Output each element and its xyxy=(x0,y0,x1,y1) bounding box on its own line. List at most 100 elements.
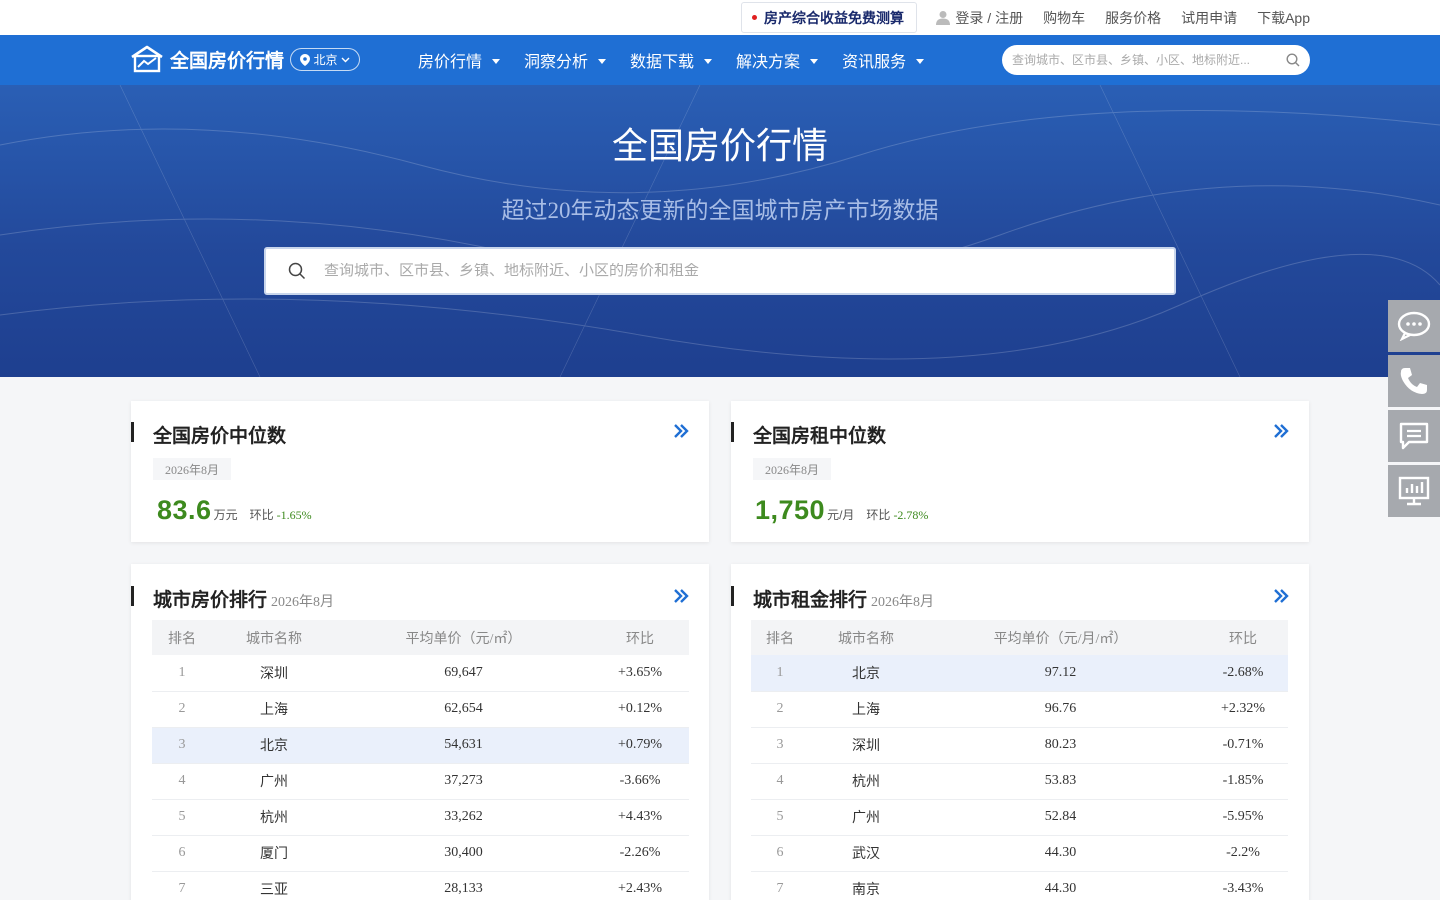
city-cell[interactable]: 南京 xyxy=(809,871,923,900)
city-cell[interactable]: 广州 xyxy=(809,799,923,836)
search-icon[interactable] xyxy=(288,262,306,280)
nav-search-input[interactable] xyxy=(1012,53,1286,67)
title-accent-bar xyxy=(131,586,134,606)
caret-down-icon xyxy=(598,58,607,64)
message-button[interactable] xyxy=(1388,410,1440,462)
price-cell: 28,133 xyxy=(336,871,591,900)
cart-link[interactable]: 购物车 xyxy=(1043,8,1085,28)
rent-rank-body: 1 北京 97.12 -2.68% 2 上海 96.76 +2.32% 3 深圳 80.23 -0.7… xyxy=(751,655,1288,900)
menu-label: 房价行情 xyxy=(418,54,483,71)
rent-median-card: 全国房租中位数 2026年8月 1,750 元/月 环比 -2.78% xyxy=(731,401,1309,542)
col-city: 城市名称 xyxy=(212,620,336,655)
city-cell[interactable]: 深圳 xyxy=(212,655,336,692)
main-menu: 房价行情 洞察分析 数据下载 解决方案 资讯服务 xyxy=(418,35,948,85)
price-cell: 37,273 xyxy=(336,763,591,800)
city-cell[interactable]: 武汉 xyxy=(809,835,923,872)
hero-subtitle: 超过20年动态更新的全国城市房产市场数据 xyxy=(501,198,939,223)
table-header-row: 排名 城市名称 平均单价（元/㎡） 环比 xyxy=(152,620,689,655)
price-rank-card: 城市房价排行 2026年8月 排名 城市名称 平均单价（元/㎡） 环比 1 深圳 6… xyxy=(131,564,709,900)
hero-banner: 全国房价行情 超过20年动态更新的全国城市房产市场数据 xyxy=(0,85,1440,377)
menu-news[interactable]: 资讯服务 xyxy=(842,48,925,72)
search-icon[interactable] xyxy=(1286,53,1300,67)
double-chevron-right-icon[interactable] xyxy=(1273,423,1289,439)
city-cell[interactable]: 上海 xyxy=(212,691,336,728)
chevron-down-icon xyxy=(341,57,349,62)
city-cell[interactable]: 三亚 xyxy=(212,871,336,900)
city-cell[interactable]: 北京 xyxy=(809,655,923,692)
mom-value: -2.78% xyxy=(893,508,929,522)
city-cell[interactable]: 广州 xyxy=(212,763,336,800)
demo-button[interactable] xyxy=(1388,465,1440,517)
card-title: 城市房价排行 xyxy=(153,590,268,611)
table-row[interactable]: 3 北京 54,631 +0.79% xyxy=(152,727,689,764)
chat-icon xyxy=(1397,311,1431,341)
table-row[interactable]: 2 上海 62,654 +0.12% xyxy=(152,691,689,728)
pricing-link[interactable]: 服务价格 xyxy=(1105,8,1161,28)
city-cell[interactable]: 杭州 xyxy=(809,763,923,800)
change-cell: -2.68% xyxy=(1198,655,1288,692)
median-value: 83.6 xyxy=(157,495,212,525)
price-cell: 62,654 xyxy=(336,691,591,728)
table-row[interactable]: 5 广州 52.84 -5.95% xyxy=(751,799,1288,836)
rank-cell: 5 xyxy=(751,799,809,836)
menu-solutions[interactable]: 解决方案 xyxy=(736,48,819,72)
menu-insights[interactable]: 洞察分析 xyxy=(524,48,607,72)
col-change: 环比 xyxy=(591,620,689,655)
table-row[interactable]: 1 北京 97.12 -2.68% xyxy=(751,655,1288,692)
promo-link[interactable]: 房产综合收益免费测算 xyxy=(741,2,917,33)
chat-button[interactable] xyxy=(1388,300,1440,352)
double-chevron-right-icon[interactable] xyxy=(673,423,689,439)
download-app-link[interactable]: 下载App xyxy=(1257,8,1310,28)
menu-data-download[interactable]: 数据下载 xyxy=(630,48,713,72)
rank-cell: 7 xyxy=(152,871,212,900)
table-row[interactable]: 6 厦门 30,400 -2.26% xyxy=(152,835,689,872)
phone-button[interactable] xyxy=(1388,355,1440,407)
median-value-row: 1,750 元/月 环比 -2.78% xyxy=(755,495,928,526)
trial-link[interactable]: 试用申请 xyxy=(1181,8,1237,28)
caret-down-icon xyxy=(916,58,925,64)
rank-cell: 4 xyxy=(152,763,212,800)
phone-icon xyxy=(1400,368,1427,394)
red-dot-icon xyxy=(752,15,757,20)
price-cell: 33,262 xyxy=(336,799,591,836)
city-cell[interactable]: 深圳 xyxy=(809,727,923,764)
city-selector[interactable]: 北京 xyxy=(290,48,360,71)
table-row[interactable]: 3 深圳 80.23 -0.71% xyxy=(751,727,1288,764)
table-row[interactable]: 4 广州 37,273 -3.66% xyxy=(152,763,689,800)
caret-down-icon xyxy=(492,58,501,64)
title-accent-bar xyxy=(131,422,134,442)
price-rank-table: 排名 城市名称 平均单价（元/㎡） 环比 1 深圳 69,647 +3.65% 2 上海 6… xyxy=(152,620,689,900)
city-cell[interactable]: 上海 xyxy=(809,691,923,728)
double-chevron-right-icon[interactable] xyxy=(1273,588,1289,604)
caret-down-icon xyxy=(704,58,713,64)
price-cell: 44.30 xyxy=(923,871,1198,900)
card-header: 全国房价中位数 xyxy=(131,421,286,447)
change-cell: +2.43% xyxy=(591,871,689,900)
city-label: 北京 xyxy=(313,53,338,67)
promo-label: 房产综合收益免费测算 xyxy=(764,9,904,26)
city-cell[interactable]: 厦门 xyxy=(212,835,336,872)
user-icon xyxy=(936,11,951,25)
double-chevron-right-icon[interactable] xyxy=(673,588,689,604)
city-cell[interactable]: 杭州 xyxy=(212,799,336,836)
rank-cell: 6 xyxy=(751,835,809,872)
table-row[interactable]: 5 杭州 33,262 +4.43% xyxy=(152,799,689,836)
house-logo-icon xyxy=(131,45,163,73)
card-header: 全国房租中位数 xyxy=(731,421,886,447)
table-row[interactable]: 1 深圳 69,647 +3.65% xyxy=(152,655,689,692)
median-unit: 万元 xyxy=(213,508,238,522)
change-cell: -2.26% xyxy=(591,835,689,872)
mom-label: 环比 xyxy=(249,508,274,522)
card-title: 城市租金排行 xyxy=(753,590,868,611)
hero-search-input[interactable] xyxy=(324,262,1174,280)
table-row[interactable]: 6 武汉 44.30 -2.2% xyxy=(751,835,1288,872)
table-row[interactable]: 7 南京 44.30 -3.43% xyxy=(751,871,1288,900)
table-row[interactable]: 2 上海 96.76 +2.32% xyxy=(751,691,1288,728)
table-row[interactable]: 4 杭州 53.83 -1.85% xyxy=(751,763,1288,800)
menu-house-prices[interactable]: 房价行情 xyxy=(418,48,501,72)
change-cell: -5.95% xyxy=(1198,799,1288,836)
login-register-link[interactable]: 登录 / 注册 xyxy=(936,8,1023,28)
table-row[interactable]: 7 三亚 28,133 +2.43% xyxy=(152,871,689,900)
city-cell[interactable]: 北京 xyxy=(212,727,336,764)
logo[interactable]: 全国房价行情 xyxy=(130,45,284,73)
